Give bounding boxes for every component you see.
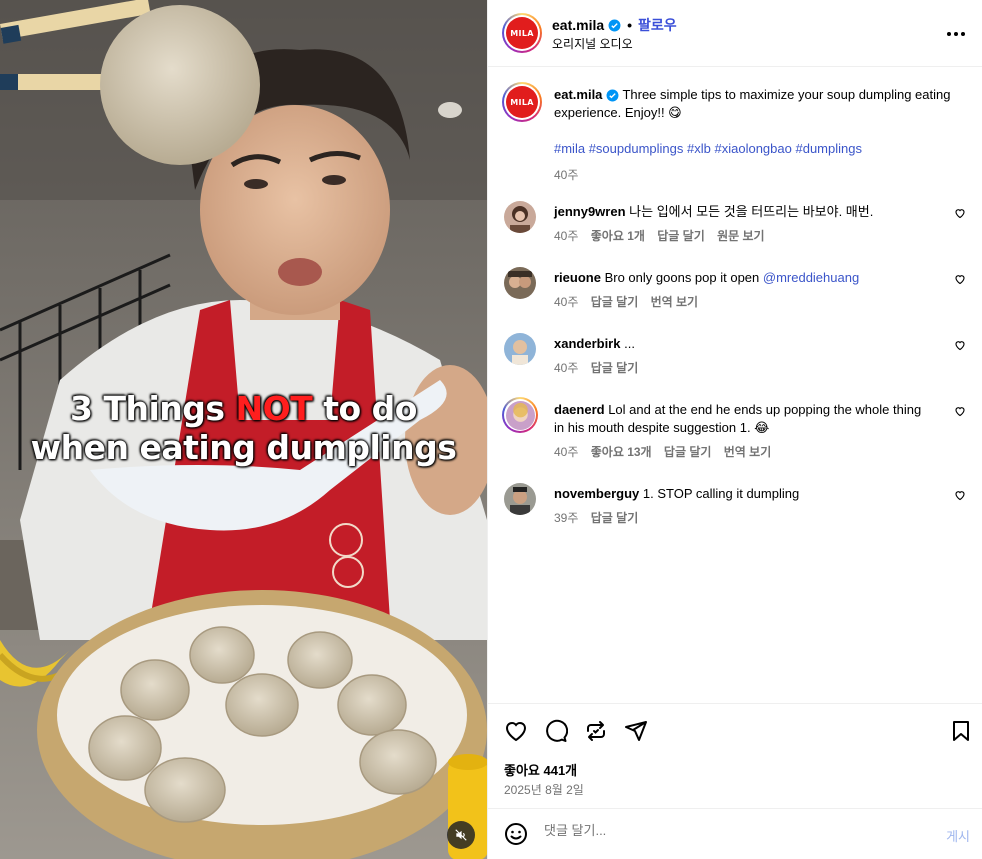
comment-likes-link[interactable]: 좋아요 1개: [591, 229, 645, 243]
share-paper-plane-icon[interactable]: [624, 719, 648, 743]
video-caption-line-1: 3 Things NOT to do: [70, 389, 417, 428]
comment-input[interactable]: [544, 823, 904, 838]
video-caption-line-2: when eating dumplings: [30, 428, 457, 467]
reply-button[interactable]: 답글 달기: [591, 295, 639, 309]
hashtag-link[interactable]: #xiaolongbao: [715, 141, 792, 156]
hashtag-link[interactable]: #mila: [554, 141, 585, 156]
see-translation-button[interactable]: 번역 보기: [651, 295, 699, 309]
post-comment-button[interactable]: 게시: [946, 826, 970, 845]
comment-body: daenerd Lol and at the end he ends up po…: [554, 401, 934, 461]
comment-meta: 39주 답글 달기: [554, 509, 934, 527]
post-date[interactable]: 2025년 8월 2일: [504, 781, 584, 798]
like-comment-heart-icon[interactable]: [954, 489, 966, 501]
more-options-button[interactable]: [944, 22, 968, 46]
like-comment-heart-icon[interactable]: [954, 207, 966, 219]
comment-text: 나는 입에서 모든 것을 터뜨리는 바보야. 매번.: [629, 204, 874, 219]
separator-dot: •: [627, 17, 633, 33]
commenter-avatar-image: [508, 271, 532, 288]
video-caption-highlight: NOT: [235, 389, 313, 428]
comment-time[interactable]: 40주: [554, 445, 578, 459]
commenter-avatar-image: [510, 487, 530, 515]
comment-username[interactable]: daenerd: [554, 402, 605, 417]
commenter-avatar[interactable]: [504, 267, 536, 299]
hashtag-link[interactable]: #dumplings: [795, 141, 862, 156]
more-options-icon: [947, 32, 965, 36]
commenter-avatar-image: [505, 400, 535, 430]
comment-body: xanderbirk ... 40주 답글 달기: [554, 335, 934, 377]
comment-username[interactable]: jenny9wren: [554, 204, 626, 219]
comment-text: ...: [624, 336, 635, 351]
comment-meta: 40주 좋아요 1개 답글 달기 원문 보기: [554, 227, 934, 245]
caption-author-avatar[interactable]: MILA: [502, 82, 542, 122]
verified-badge-icon: [606, 89, 619, 102]
commenter-avatar[interactable]: [504, 483, 536, 515]
mila-logo: MILA: [506, 17, 538, 49]
follow-button[interactable]: 팔로우: [638, 15, 677, 35]
post-details-panel: MILA eat.mila • 팔로우 오리지널 오디오 MILA eat.mi…: [487, 0, 982, 859]
author-line: eat.mila • 팔로우: [552, 15, 677, 35]
comment-bubble-icon[interactable]: [544, 719, 568, 743]
hashtag-link[interactable]: #xlb: [687, 141, 711, 156]
comment-time[interactable]: 40주: [554, 295, 578, 309]
save-bookmark-icon[interactable]: [949, 719, 973, 743]
author-username[interactable]: eat.mila: [552, 17, 604, 33]
caption-body: eat.mila Three simple tips to maximize y…: [554, 86, 954, 184]
repost-icon[interactable]: [584, 719, 608, 743]
comment-likes-link[interactable]: 좋아요 13개: [591, 445, 652, 459]
comment-body: jenny9wren 나는 입에서 모든 것을 터뜨리는 바보야. 매번. 40…: [554, 203, 934, 245]
video-player[interactable]: 3 Things NOT to do when eating dumplings: [0, 0, 487, 859]
reply-button[interactable]: 답글 달기: [657, 229, 705, 243]
speaker-muted-icon: [455, 829, 467, 841]
audio-link[interactable]: 오리지널 오디오: [552, 35, 633, 52]
comment-body: novemberguy 1. STOP calling it dumpling …: [554, 485, 934, 527]
comment-username[interactable]: xanderbirk: [554, 336, 620, 351]
mute-toggle-button[interactable]: [447, 821, 475, 849]
comment-text: 1. STOP calling it dumpling: [642, 486, 800, 501]
mila-logo: MILA: [506, 86, 538, 118]
author-avatar[interactable]: MILA: [502, 13, 542, 53]
commenter-avatar[interactable]: [504, 201, 536, 233]
hashtag-list: #mila #soupdumplings #xlb #xiaolongbao #…: [554, 140, 954, 158]
comment-meta: 40주 좋아요 13개 답글 달기 번역 보기: [554, 443, 934, 461]
comment-body: rieuone Bro only goons pop it open @mred…: [554, 269, 934, 311]
comment-time[interactable]: 40주: [554, 229, 578, 243]
like-heart-icon[interactable]: [504, 719, 528, 743]
reply-button[interactable]: 답글 달기: [591, 361, 639, 375]
verified-badge-icon: [608, 19, 621, 31]
comment-text: Lol and at the end he ends up popping th…: [554, 402, 922, 435]
comments-list[interactable]: MILA eat.mila Three simple tips to maxim…: [488, 68, 982, 703]
post-actions: 좋아요 441개 2025년 8월 2일: [488, 703, 982, 808]
comment-username[interactable]: rieuone: [554, 270, 601, 285]
see-translation-button[interactable]: 번역 보기: [724, 445, 772, 459]
comment-text: Bro only goons pop it open: [604, 270, 763, 285]
caption-username[interactable]: eat.mila: [554, 87, 602, 102]
caption-time[interactable]: 40주: [554, 168, 578, 182]
like-comment-heart-icon[interactable]: [954, 339, 966, 351]
comment-time[interactable]: 39주: [554, 511, 578, 525]
caption-meta: 40주: [554, 166, 954, 184]
comment-composer: 게시: [488, 808, 982, 859]
comment-time[interactable]: 40주: [554, 361, 578, 375]
comment-meta: 40주 답글 달기: [554, 359, 934, 377]
see-original-button[interactable]: 원문 보기: [717, 229, 765, 243]
commenter-avatar-image: [510, 206, 530, 233]
comment-meta: 40주 답글 달기 번역 보기: [554, 293, 934, 311]
commenter-avatar-image: [512, 340, 528, 365]
post-header: MILA eat.mila • 팔로우 오리지널 오디오: [488, 0, 982, 67]
like-count[interactable]: 좋아요 441개: [504, 760, 577, 779]
comment-username[interactable]: novemberguy: [554, 486, 639, 501]
emoji-smiley-icon[interactable]: [504, 822, 528, 846]
reply-button[interactable]: 답글 달기: [664, 445, 712, 459]
hashtag-link[interactable]: #soupdumplings: [589, 141, 684, 156]
like-comment-heart-icon[interactable]: [954, 273, 966, 285]
comment-mention-link[interactable]: @mreddiehuang: [763, 270, 859, 285]
commenter-avatar[interactable]: [502, 397, 538, 433]
like-comment-heart-icon[interactable]: [954, 405, 966, 417]
commenter-avatar[interactable]: [504, 333, 536, 365]
reply-button[interactable]: 답글 달기: [591, 511, 639, 525]
